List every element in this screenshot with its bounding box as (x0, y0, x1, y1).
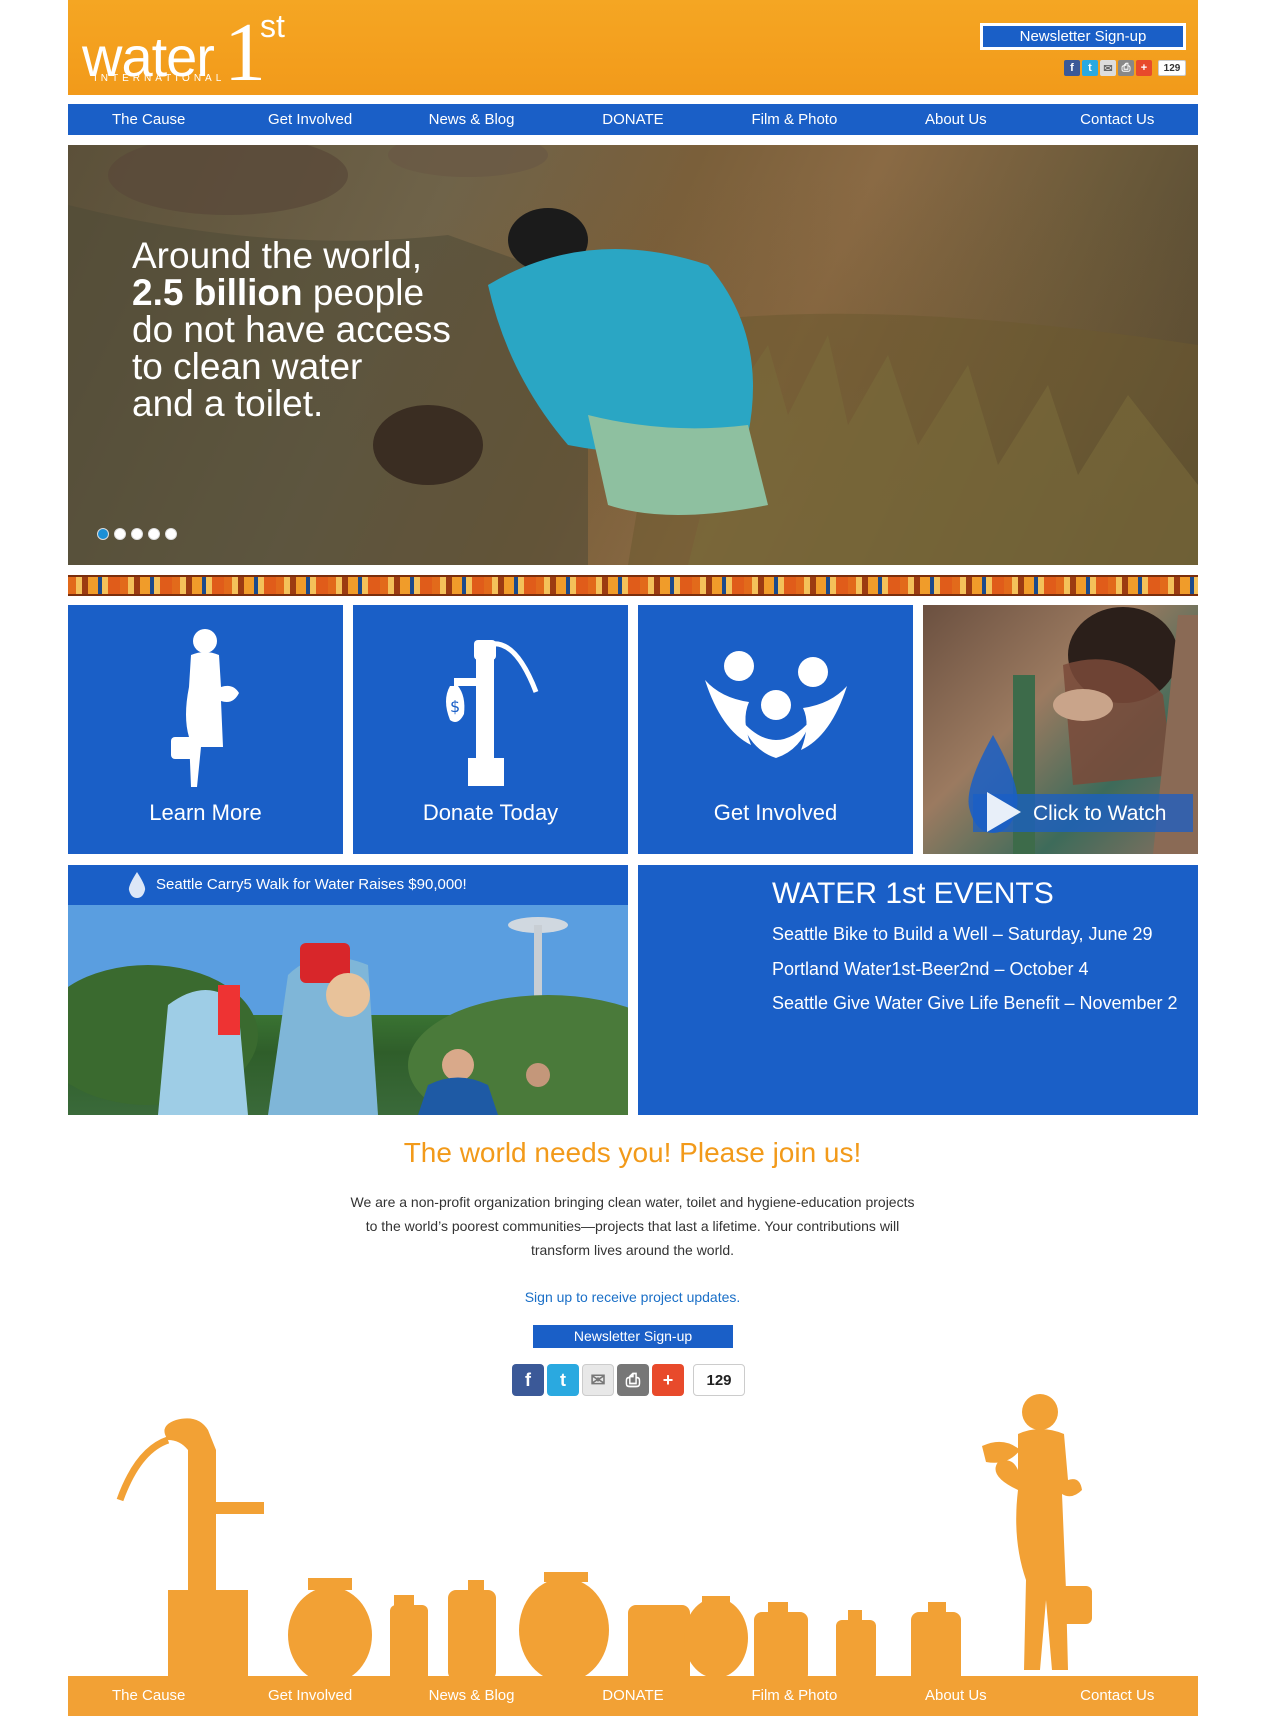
mission-paragraph: We are a non-profit organization bringin… (330, 1190, 935, 1262)
logo-subtitle: INTERNATIONAL (94, 73, 226, 84)
video-tile[interactable]: Click to Watch (923, 605, 1198, 854)
footer-nav-film-photo[interactable]: Film & Photo (714, 1676, 875, 1716)
events-panel: WATER 1st EVENTS Seattle Bike to Build a… (638, 865, 1198, 1115)
learn-more-tile[interactable]: Learn More (68, 605, 343, 854)
nav-news-blog[interactable]: News & Blog (391, 104, 552, 135)
nav-about-us[interactable]: About Us (875, 104, 1036, 135)
hero-line-3: do not have access (132, 309, 451, 350)
join-heading: The world needs you! Please join us! (403, 1137, 862, 1168)
water-pump-icon: $ (445, 640, 538, 786)
facebook-icon[interactable]: f (1064, 60, 1080, 76)
svg-text:$: $ (450, 697, 460, 716)
mission-line-3: transform lives around the world. (530, 1242, 735, 1258)
main-nav: The Cause Get Involved News & Blog DONAT… (68, 104, 1198, 135)
nav-the-cause[interactable]: The Cause (68, 104, 229, 135)
slide-dot-2[interactable] (114, 528, 126, 540)
footer-nav-news-blog[interactable]: News & Blog (391, 1676, 552, 1716)
footer-nav-about-us[interactable]: About Us (875, 1676, 1036, 1716)
footer-nav-donate[interactable]: DONATE (552, 1676, 713, 1716)
learn-more-label: Learn More (149, 800, 262, 825)
plus-icon[interactable]: + (1136, 60, 1152, 76)
footer-nav-get-involved[interactable]: Get Involved (229, 1676, 390, 1716)
get-involved-label: Get Involved (713, 800, 838, 825)
woman-carrying-water-icon (170, 629, 239, 787)
header-share-bar: f t ✉ ⎙ + 129 (1064, 60, 1186, 76)
slide-dot-1[interactable] (97, 528, 109, 540)
mission-line-2: to the world’s poorest communities—proje… (365, 1218, 900, 1234)
donate-today-tile[interactable]: $ Donate Today (353, 605, 628, 854)
footer-nav-contact-us[interactable]: Contact Us (1037, 1676, 1198, 1716)
site-header: water 1 st INTERNATIONAL Newsletter Sign… (68, 0, 1198, 99)
news-feature[interactable]: Seattle Carry5 Walk for Water Raises $90… (68, 865, 628, 1115)
click-to-watch-label: Click to Watch (1033, 802, 1167, 825)
water1st-logo[interactable]: water 1 st INTERNATIONAL (82, 6, 312, 99)
mission-line-1: We are a non-profit organization bringin… (350, 1194, 915, 1210)
footer-nav-the-cause[interactable]: The Cause (68, 1676, 229, 1716)
footer-nav: The Cause Get Involved News & Blog DONAT… (68, 1676, 1198, 1716)
hero-slideshow[interactable]: Around the world, 2.5 billion people do … (68, 145, 1198, 565)
email-icon[interactable]: ✉ (1100, 60, 1116, 76)
hero-headline: Around the world, 2.5 billion people do … (132, 237, 512, 422)
click-to-watch-bar[interactable]: Click to Watch (973, 792, 1193, 832)
slide-indicators (97, 528, 177, 540)
hero-line-5: and a toilet. (132, 383, 324, 424)
donate-today-label: Donate Today (422, 800, 559, 825)
print-icon[interactable]: ⎙ (1118, 60, 1134, 76)
people-group-icon (704, 651, 847, 758)
logo-st: st (260, 8, 285, 44)
hero-stat: 2.5 billion (132, 272, 303, 313)
share-count: 129 (1158, 60, 1186, 76)
event-item[interactable]: Seattle Give Water Give Life Benefit – N… (772, 993, 1178, 1014)
event-item[interactable]: Seattle Bike to Build a Well – Saturday,… (772, 924, 1153, 945)
twitter-icon[interactable]: t (1082, 60, 1098, 76)
events-heading: WATER 1st EVENTS (772, 877, 1054, 910)
slide-dot-3[interactable] (131, 528, 143, 540)
nav-donate[interactable]: DONATE (552, 104, 713, 135)
water-drop-rss-icon (128, 872, 146, 898)
hero-line-2: 2.5 billion people (132, 274, 512, 311)
get-involved-tile[interactable]: Get Involved (638, 605, 913, 854)
decorative-pattern-strip (68, 575, 1198, 596)
footer-silhouettes (116, 1394, 1092, 1676)
news-title-bar: Seattle Carry5 Walk for Water Raises $90… (68, 865, 628, 905)
signup-link[interactable]: Sign up to receive project updates. (0, 1289, 1265, 1305)
play-icon (987, 792, 1021, 832)
hero-line-2-rest: people (302, 272, 425, 313)
news-title[interactable]: Seattle Carry5 Walk for Water Raises $90… (156, 876, 467, 893)
nav-contact-us[interactable]: Contact Us (1037, 104, 1198, 135)
hero-line-1: Around the world, (132, 235, 423, 276)
nav-get-involved[interactable]: Get Involved (229, 104, 390, 135)
slide-dot-4[interactable] (148, 528, 160, 540)
nav-film-photo[interactable]: Film & Photo (714, 104, 875, 135)
slide-dot-5[interactable] (165, 528, 177, 540)
header-newsletter-button[interactable]: Newsletter Sign-up (980, 23, 1186, 50)
newsletter-signup-button[interactable]: Newsletter Sign-up (533, 1325, 733, 1348)
hero-line-4: to clean water (132, 346, 363, 387)
event-item[interactable]: Portland Water1st-Beer2nd – October 4 (772, 959, 1089, 980)
